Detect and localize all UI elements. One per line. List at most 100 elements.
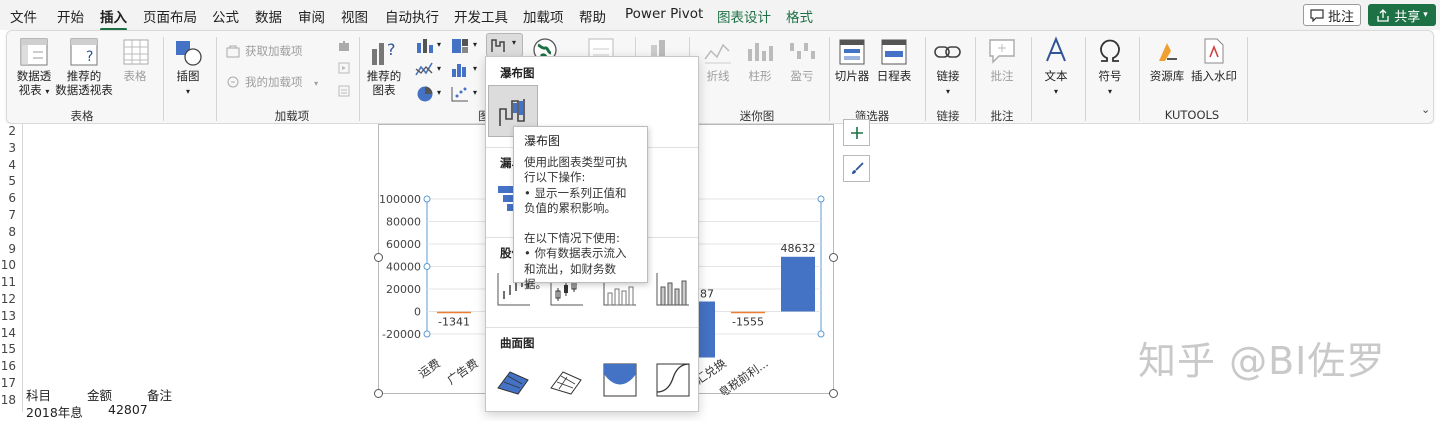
row-number[interactable]: 10 [0, 258, 22, 272]
pivot-table-button[interactable]: 数据透 视表 ▾ [13, 69, 55, 99]
tab-format[interactable]: 格式 [786, 6, 813, 26]
comment-icon [1310, 8, 1324, 22]
hierarchy-chart-icon[interactable] [450, 37, 470, 55]
resize-handle[interactable] [374, 253, 383, 262]
surface-wireframe-icon[interactable] [549, 362, 585, 398]
comments-group-label: 批注 [990, 109, 1014, 123]
group-separator [359, 37, 360, 121]
row-number[interactable]: 9 [0, 242, 22, 256]
share-button[interactable]: 共享 ▾ [1368, 4, 1436, 26]
tab-formulas[interactable]: 公式 [212, 6, 239, 26]
chart-styles-button[interactable] [843, 155, 870, 182]
tab-automate[interactable]: 自动执行 [385, 6, 439, 26]
stock-vohlc-icon[interactable] [655, 271, 691, 307]
link-button[interactable]: 链接 ▾ [929, 69, 967, 99]
insert-comment-button[interactable]: 批注 [983, 69, 1021, 83]
insert-comment-label: 批注 [990, 69, 1014, 83]
statistic-chart-icon[interactable] [450, 61, 470, 79]
row-number[interactable]: 13 [0, 309, 22, 323]
text-button[interactable]: 文本 ▾ [1037, 69, 1075, 99]
row-number[interactable]: 8 [0, 225, 22, 239]
row-number[interactable]: 12 [0, 292, 22, 306]
plot-area-handle [817, 330, 825, 338]
waterfall-bar [781, 256, 815, 312]
recommended-charts-button[interactable]: 推荐的 图表 [363, 69, 405, 97]
row-number[interactable]: 16 [0, 359, 22, 373]
tables-group-label: 表格 [70, 109, 94, 123]
tab-review[interactable]: 审阅 [298, 6, 325, 26]
row-number[interactable]: 4 [0, 158, 22, 172]
illustrations-button[interactable]: 插图 ▾ [167, 69, 209, 99]
tab-page-layout[interactable]: 页面布局 [143, 6, 197, 26]
tab-help[interactable]: 帮助 [579, 6, 606, 26]
resize-handle[interactable] [829, 253, 838, 262]
cell-header-note[interactable]: 备注 [147, 385, 172, 404]
column-chart-icon[interactable] [415, 37, 435, 55]
store-icon [226, 45, 240, 58]
pie-chart-icon[interactable] [415, 85, 435, 103]
data-label: -1341 [438, 316, 470, 329]
tab-home[interactable]: 开始 [57, 6, 84, 26]
my-addins-button[interactable]: 我的加载项 ▾ [245, 75, 318, 91]
insert-watermark-label: 插入水印 [1191, 69, 1237, 83]
resize-handle[interactable] [829, 389, 838, 398]
row-number[interactable]: 2 [0, 124, 22, 138]
sparklines-group-label: 迷你图 [739, 109, 775, 123]
row-number[interactable]: 3 [0, 141, 22, 155]
resource-library-icon [1159, 43, 1177, 61]
table-button[interactable]: 表格 [117, 69, 153, 83]
resize-handle[interactable] [374, 389, 383, 398]
chart-elements-button[interactable] [843, 119, 870, 146]
sparkline-winloss-icon [790, 43, 815, 59]
waterfall-icon [491, 39, 505, 52]
tab-developer[interactable]: 开发工具 [454, 6, 508, 26]
row-number[interactable]: 18 [0, 393, 22, 407]
line-chart-icon[interactable] [415, 61, 435, 79]
slicer-icon [839, 39, 865, 65]
insert-watermark-button[interactable]: 插入水印 [1189, 69, 1239, 83]
tab-file[interactable]: 文件 [10, 6, 37, 26]
tab-insert[interactable]: 插入 [100, 6, 127, 31]
cell-b18[interactable]: 42807 [108, 402, 148, 417]
illustrations-label: 插图 [176, 69, 200, 83]
waterfall-chart-button[interactable]: ▾ [486, 33, 523, 57]
tab-view[interactable]: 视图 [341, 6, 368, 26]
sparkline-line-button[interactable]: 折线 [699, 69, 737, 83]
plot-area-handle [423, 263, 431, 270]
tab-chart-design[interactable]: 图表设计 [717, 6, 771, 26]
recommended-pivot-button[interactable]: 推荐的 数据透视表 [53, 69, 115, 97]
tab-addins[interactable]: 加载项 [523, 6, 564, 26]
slicer-button[interactable]: 切片器 [833, 69, 871, 83]
row-number[interactable]: 14 [0, 326, 22, 340]
row-number[interactable]: 6 [0, 191, 22, 205]
resource-library-button[interactable]: 资源库 [1147, 69, 1187, 83]
row-number[interactable]: 17 [0, 376, 22, 390]
share-icon [1377, 8, 1389, 22]
timeline-button[interactable]: 日程表 [875, 69, 913, 83]
sparkline-column-button[interactable]: 柱形 [741, 69, 779, 83]
surface-section-header: 曲面图 [500, 336, 535, 350]
chevron-down-icon: ▾ [512, 38, 517, 47]
data-label: 87 [700, 288, 714, 301]
get-addins-button[interactable]: 获取加载项 [245, 44, 303, 58]
row-number[interactable]: 11 [0, 275, 22, 289]
comments-button[interactable]: 批注 [1303, 4, 1361, 26]
sparkline-column-label: 柱形 [748, 69, 772, 83]
row-number[interactable]: 5 [0, 174, 22, 188]
surface-3d-icon[interactable] [496, 362, 532, 398]
contour-icon[interactable] [602, 362, 638, 398]
contour-wireframe-icon[interactable] [655, 362, 691, 398]
row-number[interactable]: 7 [0, 208, 22, 222]
y-tick-label: 80000 [386, 216, 421, 229]
ribbon-collapse-icon[interactable]: ⌄ [1421, 103, 1430, 116]
sparkline-winloss-button[interactable]: 盈亏 [783, 69, 821, 83]
scatter-chart-icon[interactable] [450, 85, 470, 103]
x-category-label: 运费 [416, 356, 443, 381]
waterfall-option-icon [499, 99, 525, 126]
symbol-button[interactable]: 符号 ▾ [1091, 69, 1129, 99]
tab-power-pivot[interactable]: Power Pivot [625, 6, 703, 22]
row-number[interactable]: 15 [0, 342, 22, 356]
insert-watermark-icon [1204, 38, 1224, 64]
tab-data[interactable]: 数据 [255, 6, 282, 26]
chevron-down-icon: ▾ [1423, 10, 1428, 20]
